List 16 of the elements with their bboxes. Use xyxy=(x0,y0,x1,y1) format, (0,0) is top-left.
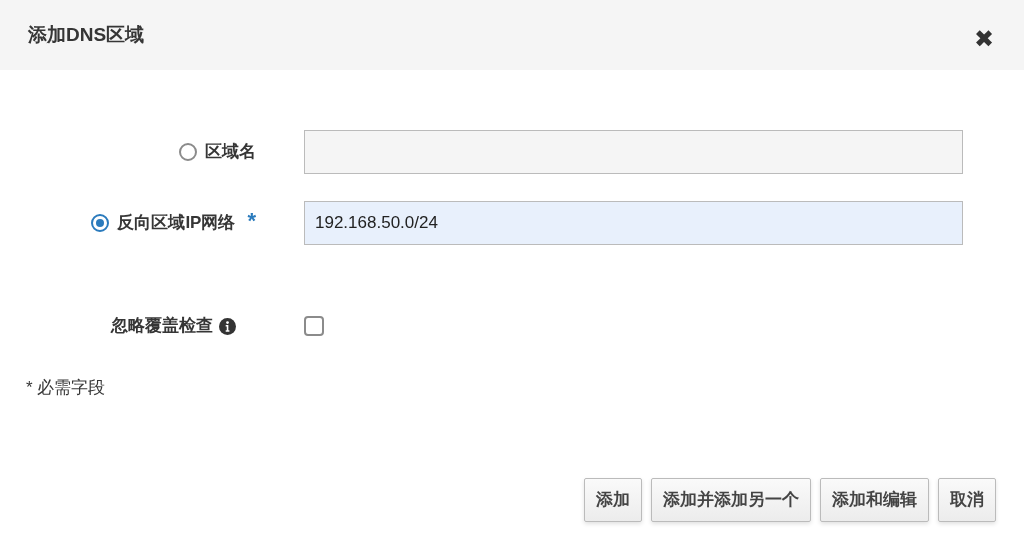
field-label: 忽略覆盖检查 xyxy=(111,315,213,338)
dialog-title: 添加DNS区域 xyxy=(28,22,145,47)
field-label: 反向区域IP网络 xyxy=(117,212,236,235)
radio-button[interactable] xyxy=(179,143,197,161)
dialog-button[interactable]: 添加和编辑 xyxy=(820,477,929,522)
dialog-button[interactable]: 取消 xyxy=(938,477,996,522)
checkbox[interactable] xyxy=(304,316,324,336)
close-button[interactable]: ✖ xyxy=(974,21,994,57)
required-note: * 必需字段 xyxy=(25,377,107,399)
input-field[interactable]: 192.168.50.0/24 xyxy=(304,201,963,245)
radio-button[interactable] xyxy=(91,214,110,232)
field-label: 区域名 xyxy=(205,141,256,164)
dialog-button[interactable]: 添加 xyxy=(584,477,642,522)
required-mark: * xyxy=(247,206,256,235)
dialog-button[interactable]: 添加并添加另一个 xyxy=(651,477,811,522)
info-icon xyxy=(219,317,236,335)
